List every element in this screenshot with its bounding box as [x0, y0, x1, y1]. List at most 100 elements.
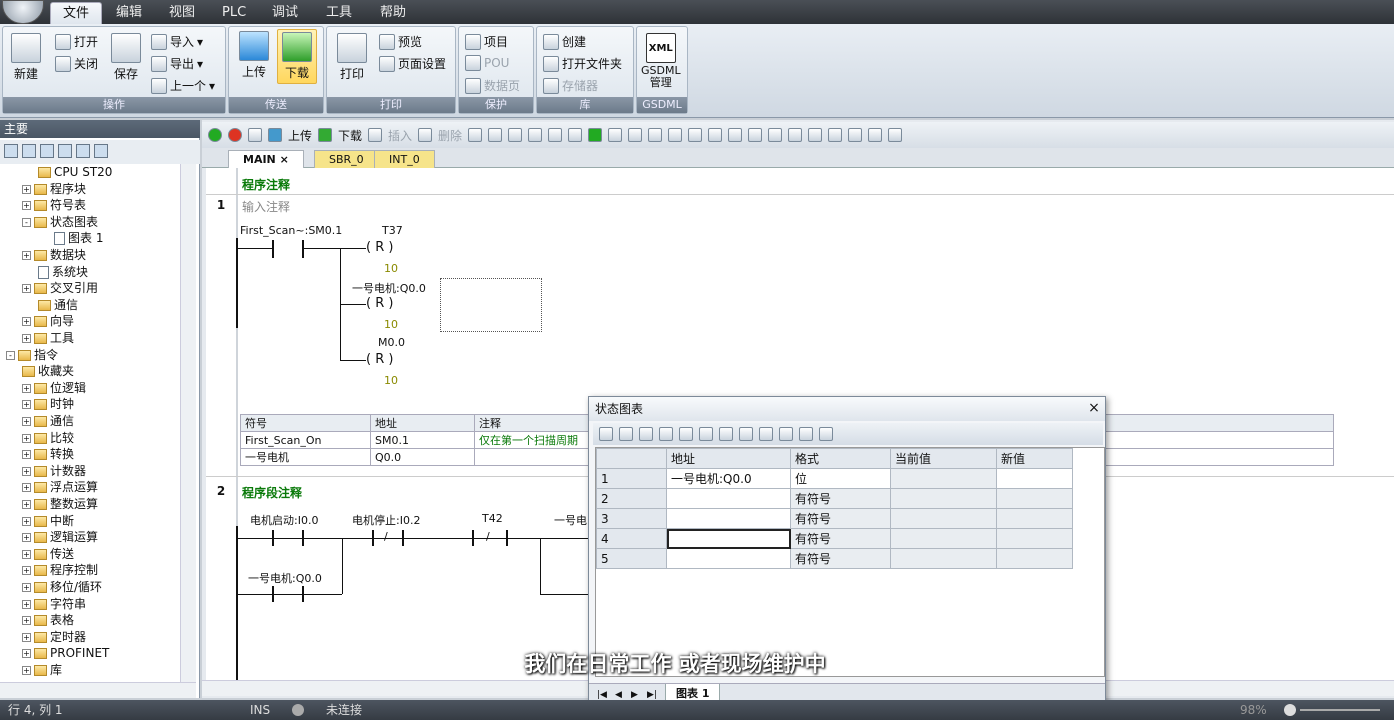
tree-item[interactable]: CPU ST20 [38, 164, 112, 181]
expand-icon[interactable]: + [22, 251, 31, 260]
expand-icon[interactable]: + [22, 516, 31, 526]
pencil-icon[interactable] [699, 427, 713, 441]
expand-icon[interactable]: + [22, 466, 31, 476]
upload-button[interactable]: 上传 [239, 31, 269, 80]
stop-icon[interactable] [228, 128, 242, 142]
branch-icon[interactable] [668, 128, 683, 142]
tree-item[interactable]: + 逻辑运算 [22, 529, 98, 546]
library-create-button[interactable]: 创建 [543, 33, 586, 50]
open-folder-button[interactable]: 打开文件夹 [543, 55, 622, 72]
protect-pou-button[interactable]: POU [465, 55, 509, 71]
tree-item[interactable]: + 表格 [22, 612, 74, 629]
import-button[interactable]: 导入 ▾ [151, 33, 203, 50]
tree-item[interactable]: + 传送 [22, 546, 74, 563]
run-icon[interactable] [208, 128, 222, 142]
lock-icon[interactable] [719, 427, 733, 441]
comment-icon[interactable] [808, 128, 823, 142]
bookmark-icon[interactable] [488, 128, 503, 142]
tree-item[interactable]: + 程序控制 [22, 562, 98, 579]
address-cell[interactable] [666, 548, 791, 569]
address-cell[interactable]: 一号电机:Q0.0 [666, 468, 791, 489]
expand-icon[interactable]: + [22, 649, 31, 659]
toolbar-delete[interactable]: 删除 [438, 127, 462, 144]
table-row[interactable]: 1 一号电机:Q0.0 位 [596, 468, 1073, 489]
first-icon[interactable]: |◀ [597, 690, 607, 700]
tree-item[interactable]: - 状态图表 [22, 214, 98, 231]
toolbar-upload[interactable]: 上传 [288, 127, 312, 144]
table-row[interactable]: 4 有符号 [596, 528, 1073, 549]
row-number[interactable]: 1 [596, 468, 667, 489]
last-icon[interactable]: ▶| [647, 690, 657, 700]
lock-icon[interactable] [608, 128, 623, 142]
print-button[interactable]: 打印 [337, 33, 367, 82]
lock-icon[interactable] [779, 427, 793, 441]
address-cell[interactable] [666, 488, 791, 509]
row-number[interactable]: 2 [596, 488, 667, 509]
tree-item[interactable]: + 移位/循环 [22, 579, 102, 596]
tree-item[interactable]: + 工具 [22, 330, 74, 347]
save-button[interactable]: 保存 [111, 33, 141, 82]
toolbar-download[interactable]: 下载 [338, 127, 362, 144]
expand-icon[interactable]: + [22, 616, 31, 626]
expand-icon[interactable]: + [22, 549, 31, 559]
previous-button[interactable]: 上一个 ▾ [151, 77, 215, 94]
tree-item[interactable]: + 转换 [22, 446, 74, 463]
upload-icon[interactable] [268, 128, 282, 142]
tree-item[interactable]: + 整数运算 [22, 496, 98, 513]
tool-icon[interactable] [868, 128, 883, 142]
expand-icon[interactable]: + [22, 533, 31, 543]
tree-vertical-scrollbar[interactable] [180, 164, 196, 682]
branch-icon[interactable] [708, 128, 723, 142]
row-number[interactable]: 5 [596, 548, 667, 569]
edit-icon[interactable] [828, 128, 843, 142]
expand-icon[interactable]: + [22, 632, 31, 642]
tree-item[interactable]: + 数据块 [22, 247, 86, 264]
branch-icon[interactable] [728, 128, 743, 142]
new-value-cell[interactable] [996, 508, 1073, 529]
format-cell[interactable]: 有符号 [790, 528, 891, 549]
tree-item[interactable]: + 中断 [22, 513, 74, 530]
lock-icon[interactable] [739, 427, 753, 441]
view-icon[interactable] [22, 144, 36, 158]
toolbar-insert[interactable]: 插入 [388, 127, 412, 144]
bookmark-icon[interactable] [468, 128, 483, 142]
expand-icon[interactable]: + [22, 284, 31, 294]
menu-help[interactable]: 帮助 [368, 2, 418, 24]
selection-box[interactable] [440, 278, 542, 332]
tree-item[interactable]: + 程序块 [22, 181, 86, 198]
format-cell[interactable]: 有符号 [790, 508, 891, 529]
tool-icon[interactable] [528, 128, 543, 142]
prev-icon[interactable]: ◀ [615, 690, 622, 700]
expand-icon[interactable]: + [22, 599, 31, 609]
tree-item[interactable]: + 位逻辑 [22, 380, 86, 397]
tree-item[interactable]: + 比较 [22, 430, 74, 447]
tree-horizontal-scrollbar[interactable] [0, 682, 196, 698]
menu-plc[interactable]: PLC [210, 2, 258, 24]
tree-item[interactable]: + 库 [22, 662, 62, 679]
tree-item[interactable]: 通信 [38, 297, 78, 314]
program-comment[interactable]: 程序注释 [242, 176, 290, 193]
expand-icon[interactable]: + [22, 500, 31, 509]
page-setup-button[interactable]: 页面设置 [379, 55, 446, 72]
expand-icon[interactable]: + [22, 317, 31, 327]
expand-icon[interactable]: + [22, 417, 31, 426]
protect-project-button[interactable]: 项目 [465, 33, 508, 50]
tree-item[interactable]: 系统块 [38, 264, 88, 281]
network-comment[interactable]: 程序段注释 [242, 484, 302, 501]
expand-icon[interactable]: + [22, 666, 31, 675]
branch-icon[interactable] [688, 128, 703, 142]
view-icon[interactable] [76, 144, 90, 158]
tool-icon[interactable] [888, 128, 903, 142]
row-number[interactable]: 4 [596, 528, 667, 549]
tree-item[interactable]: - 指令 [6, 347, 58, 364]
delete-row-icon[interactable] [619, 427, 633, 441]
format-cell[interactable]: 位 [790, 468, 891, 489]
lock-icon[interactable] [759, 427, 773, 441]
new-value-cell[interactable] [996, 528, 1073, 549]
new-value-cell[interactable] [996, 468, 1073, 489]
tree-item[interactable]: + 交叉引用 [22, 280, 98, 297]
menu-edit[interactable]: 编辑 [104, 2, 154, 24]
format-icon[interactable] [819, 427, 833, 441]
preview-button[interactable]: 预览 [379, 33, 422, 50]
gsdml-manage-button[interactable]: XML GSDML 管理 [641, 33, 681, 89]
